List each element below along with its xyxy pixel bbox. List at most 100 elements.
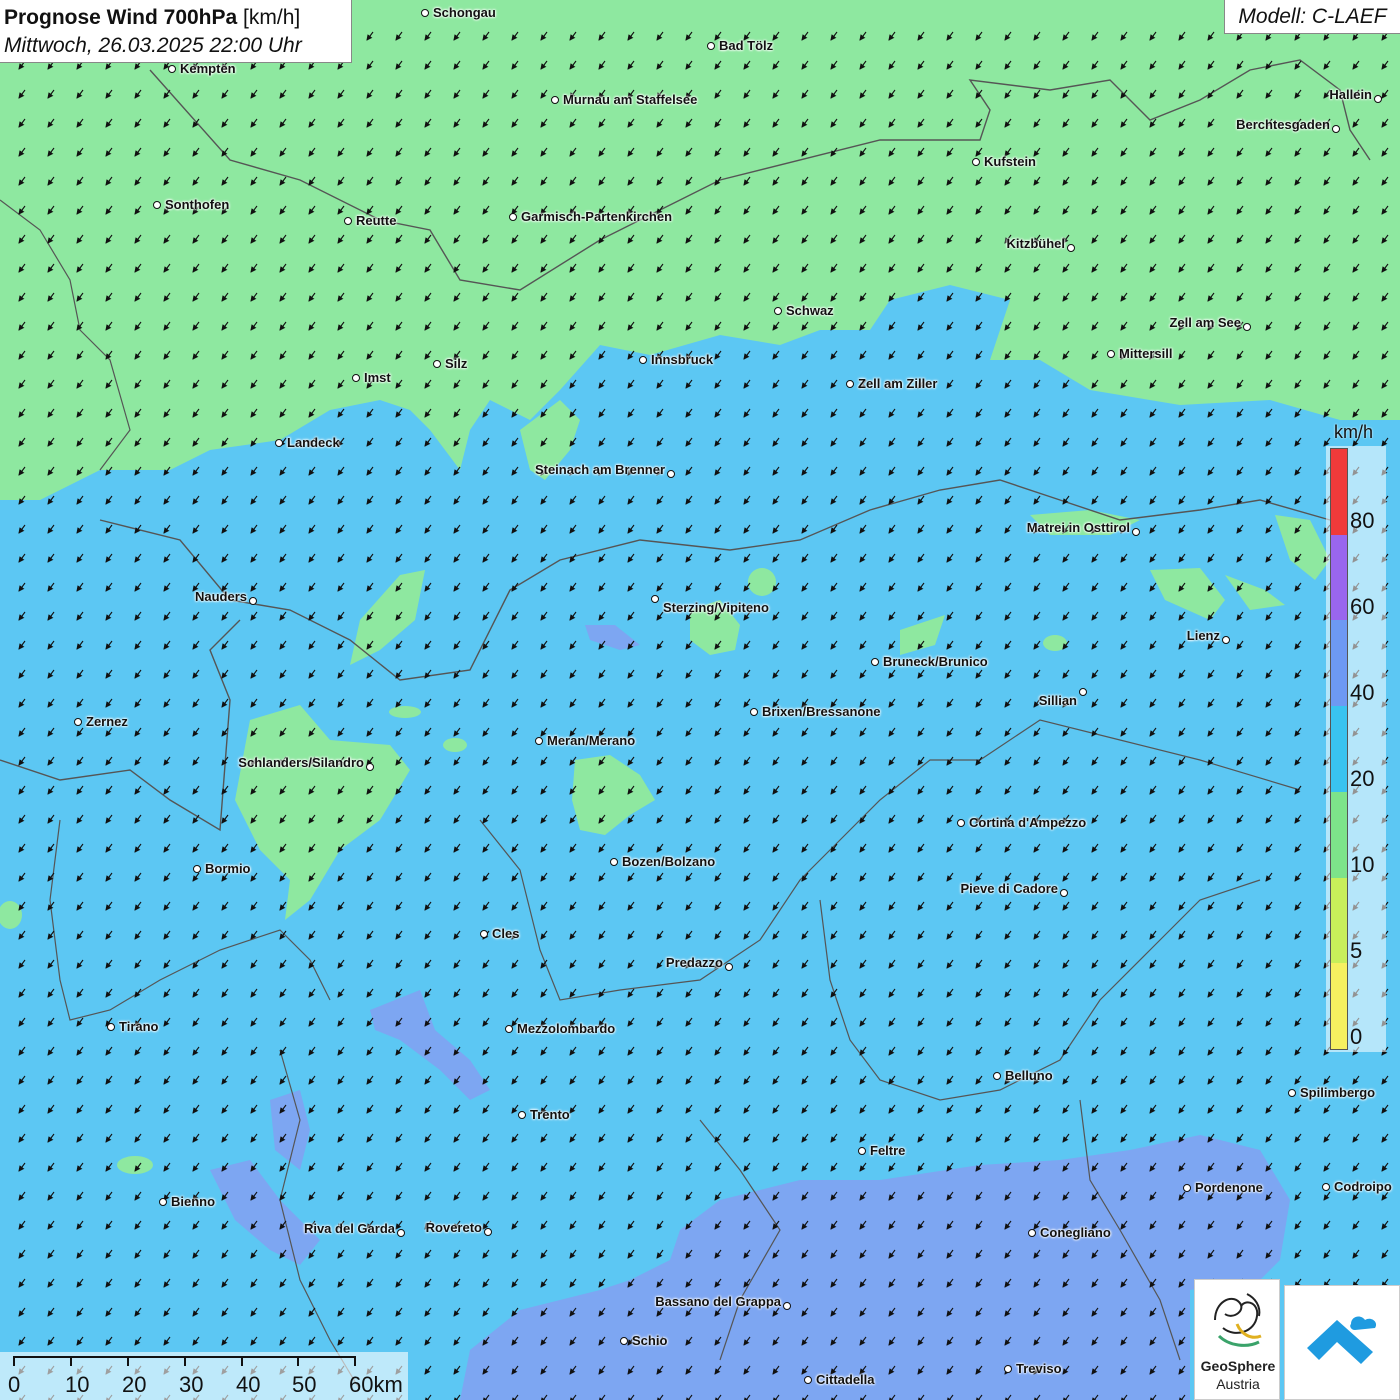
city-label-nauders: Nauders bbox=[194, 589, 247, 604]
city-label-kempten: Kempten bbox=[180, 61, 236, 76]
city-marker-imst[interactable] bbox=[352, 374, 360, 382]
city-marker-schio[interactable] bbox=[620, 1337, 628, 1345]
zone-green-a bbox=[748, 568, 776, 596]
city-marker-mezzolombardo[interactable] bbox=[505, 1025, 513, 1033]
city-marker-meran[interactable] bbox=[535, 737, 543, 745]
city-marker-sterzing[interactable] bbox=[651, 595, 659, 603]
legend-segment bbox=[1331, 449, 1347, 535]
map-title: Prognose Wind 700hPa [km/h] bbox=[4, 4, 347, 32]
city-marker-zernez[interactable] bbox=[74, 718, 82, 726]
city-label-conegliano: Conegliano bbox=[1040, 1225, 1111, 1240]
city-label-predazzo: Predazzo bbox=[665, 955, 723, 970]
city-marker-bruneck[interactable] bbox=[871, 658, 879, 666]
city-marker-pieve[interactable] bbox=[1060, 889, 1068, 897]
model-label: Modell: C-LAEF bbox=[1224, 0, 1400, 34]
legend-segment bbox=[1331, 791, 1347, 878]
city-marker-brixen[interactable] bbox=[750, 708, 758, 716]
city-label-silz: Silz bbox=[445, 356, 468, 371]
scale-tick-label: 0 bbox=[8, 1372, 21, 1397]
map-title-main: Prognose Wind 700hPa bbox=[4, 6, 238, 29]
city-marker-reutte[interactable] bbox=[344, 217, 352, 225]
city-label-bassano: Bassano del Grappa bbox=[655, 1294, 781, 1309]
city-marker-garmisch[interactable] bbox=[509, 213, 517, 221]
city-marker-cittadella[interactable] bbox=[804, 1376, 812, 1384]
zone-green-b bbox=[443, 738, 467, 752]
city-marker-kufstein[interactable] bbox=[972, 158, 980, 166]
forecast-datetime: Mittwoch, 26.03.2025 22:00 Uhr bbox=[4, 34, 302, 57]
legend-segment bbox=[1331, 620, 1347, 707]
city-marker-riva[interactable] bbox=[397, 1229, 405, 1237]
city-marker-innsbruck[interactable] bbox=[639, 356, 647, 364]
city-marker-murnau[interactable] bbox=[551, 96, 559, 104]
city-label-innsbruck: Innsbruck bbox=[651, 352, 714, 367]
city-marker-hallein[interactable] bbox=[1374, 95, 1382, 103]
city-marker-steinach[interactable] bbox=[667, 470, 675, 478]
scale-tick-label: 10 bbox=[65, 1372, 90, 1397]
city-label-schio: Schio bbox=[632, 1333, 668, 1348]
city-marker-mittersill[interactable] bbox=[1107, 350, 1115, 358]
city-marker-landeck[interactable] bbox=[275, 439, 283, 447]
city-label-rovereto: Rovereto bbox=[425, 1220, 482, 1235]
city-marker-bozen[interactable] bbox=[610, 858, 618, 866]
city-marker-kitzbuehel[interactable] bbox=[1067, 244, 1075, 252]
city-marker-treviso[interactable] bbox=[1004, 1365, 1012, 1373]
city-label-schongau: Schongau bbox=[433, 5, 496, 20]
city-marker-bormio[interactable] bbox=[193, 865, 201, 873]
city-marker-rovereto[interactable] bbox=[484, 1228, 492, 1236]
scale-tick-mark bbox=[241, 1356, 243, 1366]
city-label-feltre: Feltre bbox=[870, 1143, 906, 1158]
city-marker-schongau[interactable] bbox=[421, 9, 429, 17]
city-label-berchtesgaden: Berchtesgaden bbox=[1236, 117, 1330, 132]
city-marker-nauders[interactable] bbox=[249, 597, 257, 605]
city-label-sillian: Sillian bbox=[1038, 693, 1077, 708]
city-label-brixen: Brixen/Bressanone bbox=[762, 704, 881, 719]
city-marker-schlanders[interactable] bbox=[366, 763, 374, 771]
app-logo[interactable] bbox=[1284, 1285, 1400, 1400]
geosphere-logo-name: GeoSphere bbox=[1200, 1358, 1276, 1374]
city-marker-pordenone[interactable] bbox=[1183, 1184, 1191, 1192]
city-marker-predazzo[interactable] bbox=[725, 963, 733, 971]
map-title-unit: [km/h] bbox=[243, 6, 301, 29]
geosphere-logo-sub: Austria bbox=[1216, 1376, 1260, 1392]
city-label-kitzbuehel: Kitzbühel bbox=[1006, 236, 1066, 251]
scale-tick-mark bbox=[127, 1356, 129, 1366]
city-label-hallein: Hallein bbox=[1329, 87, 1372, 102]
city-marker-conegliano[interactable] bbox=[1028, 1229, 1036, 1237]
city-label-codroipo: Codroipo bbox=[1334, 1179, 1392, 1194]
city-marker-kempten[interactable] bbox=[168, 65, 176, 73]
city-label-cles: Cles bbox=[492, 926, 520, 941]
city-marker-belluno[interactable] bbox=[993, 1072, 1001, 1080]
city-label-meran: Meran/Merano bbox=[547, 733, 636, 748]
city-marker-cles[interactable] bbox=[480, 930, 488, 938]
city-marker-spilimbergo[interactable] bbox=[1288, 1089, 1296, 1097]
legend-tick-label: 20 bbox=[1350, 766, 1375, 791]
city-label-mezzolombardo: Mezzolombardo bbox=[517, 1021, 616, 1036]
city-marker-zell-am-ziller[interactable] bbox=[846, 380, 854, 388]
scale-tick-mark bbox=[184, 1356, 186, 1366]
city-marker-tirano[interactable] bbox=[107, 1023, 115, 1031]
city-marker-cortina[interactable] bbox=[957, 819, 965, 827]
scale-bar bbox=[0, 1352, 408, 1400]
city-marker-berchtesgaden[interactable] bbox=[1332, 125, 1340, 133]
legend-tick-label: 40 bbox=[1350, 680, 1375, 705]
city-marker-trento[interactable] bbox=[518, 1111, 526, 1119]
city-label-zell-am-see: Zell am See bbox=[1169, 315, 1241, 330]
city-label-pieve: Pieve di Cadore bbox=[960, 881, 1058, 896]
city-marker-lienz[interactable] bbox=[1222, 636, 1230, 644]
city-label-reutte: Reutte bbox=[356, 213, 397, 228]
city-marker-schwaz[interactable] bbox=[774, 307, 782, 315]
city-label-zell-am-ziller: Zell am Ziller bbox=[858, 376, 938, 391]
city-marker-sonthofen[interactable] bbox=[153, 201, 161, 209]
city-marker-bienno[interactable] bbox=[159, 1198, 167, 1206]
city-label-mittersill: Mittersill bbox=[1119, 346, 1173, 361]
city-marker-bassano[interactable] bbox=[783, 1302, 791, 1310]
city-marker-sillian[interactable] bbox=[1079, 688, 1087, 696]
city-marker-codroipo[interactable] bbox=[1322, 1183, 1330, 1191]
city-marker-matrei[interactable] bbox=[1132, 528, 1140, 536]
city-label-belluno: Belluno bbox=[1005, 1068, 1053, 1083]
city-marker-feltre[interactable] bbox=[858, 1147, 866, 1155]
city-marker-zell-am-see[interactable] bbox=[1243, 323, 1251, 331]
geosphere-logo[interactable]: GeoSphere Austria bbox=[1194, 1279, 1280, 1400]
city-marker-silz[interactable] bbox=[433, 360, 441, 368]
city-marker-bad-toelz[interactable] bbox=[707, 42, 715, 50]
